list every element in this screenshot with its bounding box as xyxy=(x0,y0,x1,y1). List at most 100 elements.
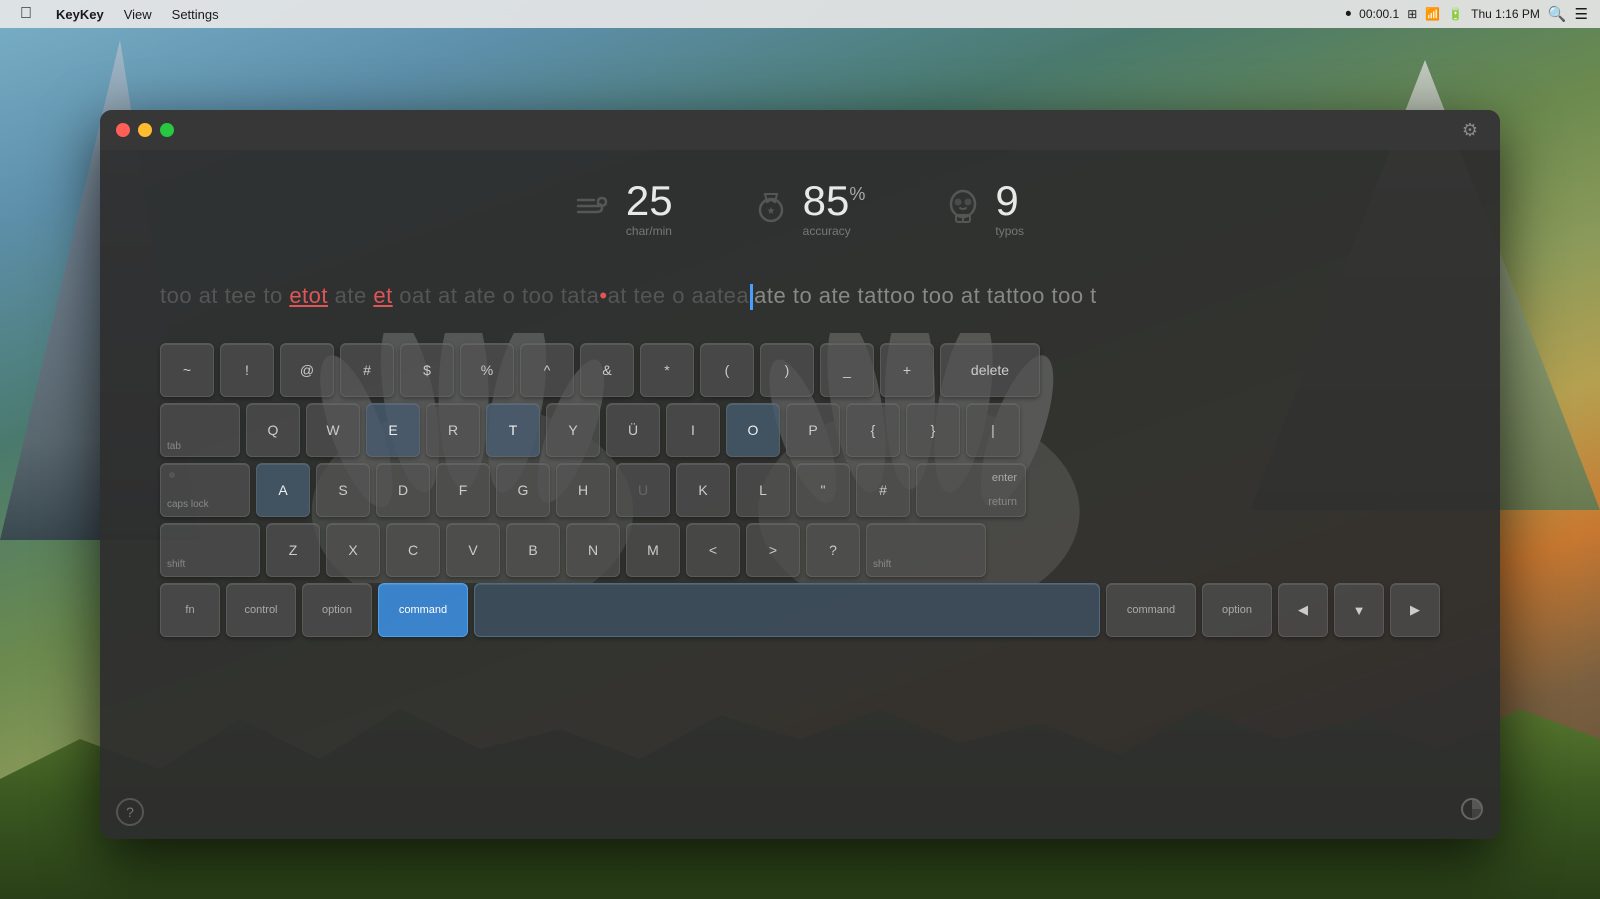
key-gt[interactable]: > xyxy=(746,523,800,577)
speed-content: 25 char/min xyxy=(626,180,673,238)
key-s[interactable]: S xyxy=(316,463,370,517)
close-button[interactable] xyxy=(116,123,130,137)
key-g[interactable]: G xyxy=(496,463,550,517)
window-bottom: ? xyxy=(116,797,1484,827)
key-2[interactable]: @ xyxy=(280,343,334,397)
timer-display: 00:00.1 xyxy=(1359,7,1399,21)
maximize-button[interactable] xyxy=(160,123,174,137)
app-name-menu[interactable]: KeyKey xyxy=(48,5,112,24)
key-z[interactable]: Z xyxy=(266,523,320,577)
key-u[interactable]: Ü xyxy=(606,403,660,457)
key-option-right[interactable]: option xyxy=(1202,583,1272,637)
text-error-1: etot xyxy=(289,283,328,308)
speed-label: char/min xyxy=(626,224,672,238)
text-part-2: oat at ate o too tata xyxy=(393,283,600,308)
minimize-button[interactable] xyxy=(138,123,152,137)
settings-menu[interactable]: Settings xyxy=(164,5,227,24)
key-f[interactable]: F xyxy=(436,463,490,517)
key-m[interactable]: M xyxy=(626,523,680,577)
key-quote[interactable]: # xyxy=(856,463,910,517)
key-rbracket[interactable]: } xyxy=(906,403,960,457)
stats-pie-button[interactable] xyxy=(1460,797,1484,827)
typos-content: 9 typos xyxy=(995,180,1024,238)
text-error-2: et xyxy=(373,283,392,308)
key-capslock[interactable]: caps lock xyxy=(160,463,250,517)
grid-icon: ⊞ xyxy=(1407,7,1417,21)
key-arrow-down[interactable]: ▼ xyxy=(1334,583,1384,637)
wind-icon xyxy=(576,192,612,227)
typos-value: 9 xyxy=(995,180,1018,222)
key-a[interactable]: A xyxy=(256,463,310,517)
key-y[interactable]: Y xyxy=(546,403,600,457)
key-shift-right[interactable]: shift xyxy=(866,523,986,577)
key-arrow-left[interactable]: ◀ xyxy=(1278,583,1328,637)
key-4[interactable]: $ xyxy=(400,343,454,397)
text-completed: too at tee to xyxy=(160,283,289,308)
key-5[interactable]: % xyxy=(460,343,514,397)
home-row: caps lock A S D F G H U K L " # enter re… xyxy=(160,463,1440,517)
key-lt[interactable]: < xyxy=(686,523,740,577)
key-question[interactable]: ? xyxy=(806,523,860,577)
key-p[interactable]: P xyxy=(786,403,840,457)
key-r[interactable]: R xyxy=(426,403,480,457)
apple-menu[interactable]:  xyxy=(12,3,40,25)
text-cursor xyxy=(750,284,753,310)
key-delete[interactable]: delete xyxy=(940,343,1040,397)
typing-text-area: too at tee to etot ate et oat at ate o t… xyxy=(100,258,1500,333)
key-t[interactable]: T xyxy=(486,403,540,457)
key-w[interactable]: W xyxy=(306,403,360,457)
key-tab[interactable]: tab xyxy=(160,403,240,457)
key-o[interactable]: O xyxy=(726,403,780,457)
key-j[interactable]: U xyxy=(616,463,670,517)
key-b[interactable]: B xyxy=(506,523,560,577)
key-tilde[interactable]: ~ xyxy=(160,343,214,397)
key-k[interactable]: K xyxy=(676,463,730,517)
keyboard-area: ~ ! @ # $ % ^ & * ( ) _ + delete tab Q W… xyxy=(100,333,1500,663)
key-0[interactable]: ) xyxy=(760,343,814,397)
key-8[interactable]: * xyxy=(640,343,694,397)
key-d[interactable]: D xyxy=(376,463,430,517)
key-i[interactable]: I xyxy=(666,403,720,457)
key-l[interactable]: L xyxy=(736,463,790,517)
key-n[interactable]: N xyxy=(566,523,620,577)
key-6[interactable]: ^ xyxy=(520,343,574,397)
key-minus[interactable]: _ xyxy=(820,343,874,397)
key-spacebar[interactable] xyxy=(474,583,1100,637)
key-9[interactable]: ( xyxy=(700,343,754,397)
accuracy-stat: ★ 85% accuracy xyxy=(753,180,866,238)
key-command-left[interactable]: command xyxy=(378,583,468,637)
typos-label: typos xyxy=(995,224,1024,238)
key-c[interactable]: C xyxy=(386,523,440,577)
key-control[interactable]: control xyxy=(226,583,296,637)
key-semicolon[interactable]: " xyxy=(796,463,850,517)
search-icon[interactable]: 🔍 xyxy=(1548,5,1567,23)
app-window: ⚙ 25 char/min ★ xyxy=(100,110,1500,839)
number-row: ~ ! @ # $ % ^ & * ( ) _ + delete xyxy=(160,343,1440,397)
key-e[interactable]: E xyxy=(366,403,420,457)
key-pipe[interactable]: | xyxy=(966,403,1020,457)
key-plus[interactable]: + xyxy=(880,343,934,397)
key-arrow-right[interactable]: ▶ xyxy=(1390,583,1440,637)
key-x[interactable]: X xyxy=(326,523,380,577)
view-menu[interactable]: View xyxy=(116,5,160,24)
wifi-icon: 📶 xyxy=(1425,7,1440,21)
key-shift-left[interactable]: shift xyxy=(160,523,260,577)
menu-icon[interactable]: ☰ xyxy=(1575,5,1588,23)
key-command-right[interactable]: command xyxy=(1106,583,1196,637)
text-dot: • xyxy=(599,283,607,308)
help-button[interactable]: ? xyxy=(116,798,144,826)
speed-stat: 25 char/min xyxy=(576,180,673,238)
key-lbracket[interactable]: { xyxy=(846,403,900,457)
key-option-left[interactable]: option xyxy=(302,583,372,637)
key-7[interactable]: & xyxy=(580,343,634,397)
key-q[interactable]: Q xyxy=(246,403,300,457)
key-enter[interactable]: enter return xyxy=(916,463,1026,517)
accuracy-value: 85% xyxy=(803,180,866,222)
settings-button[interactable]: ⚙ xyxy=(1456,116,1484,144)
key-h[interactable]: H xyxy=(556,463,610,517)
key-v[interactable]: V xyxy=(446,523,500,577)
key-fn[interactable]: fn xyxy=(160,583,220,637)
key-3[interactable]: # xyxy=(340,343,394,397)
key-1[interactable]: ! xyxy=(220,343,274,397)
spacebar-row: fn control option command command option… xyxy=(160,583,1440,637)
